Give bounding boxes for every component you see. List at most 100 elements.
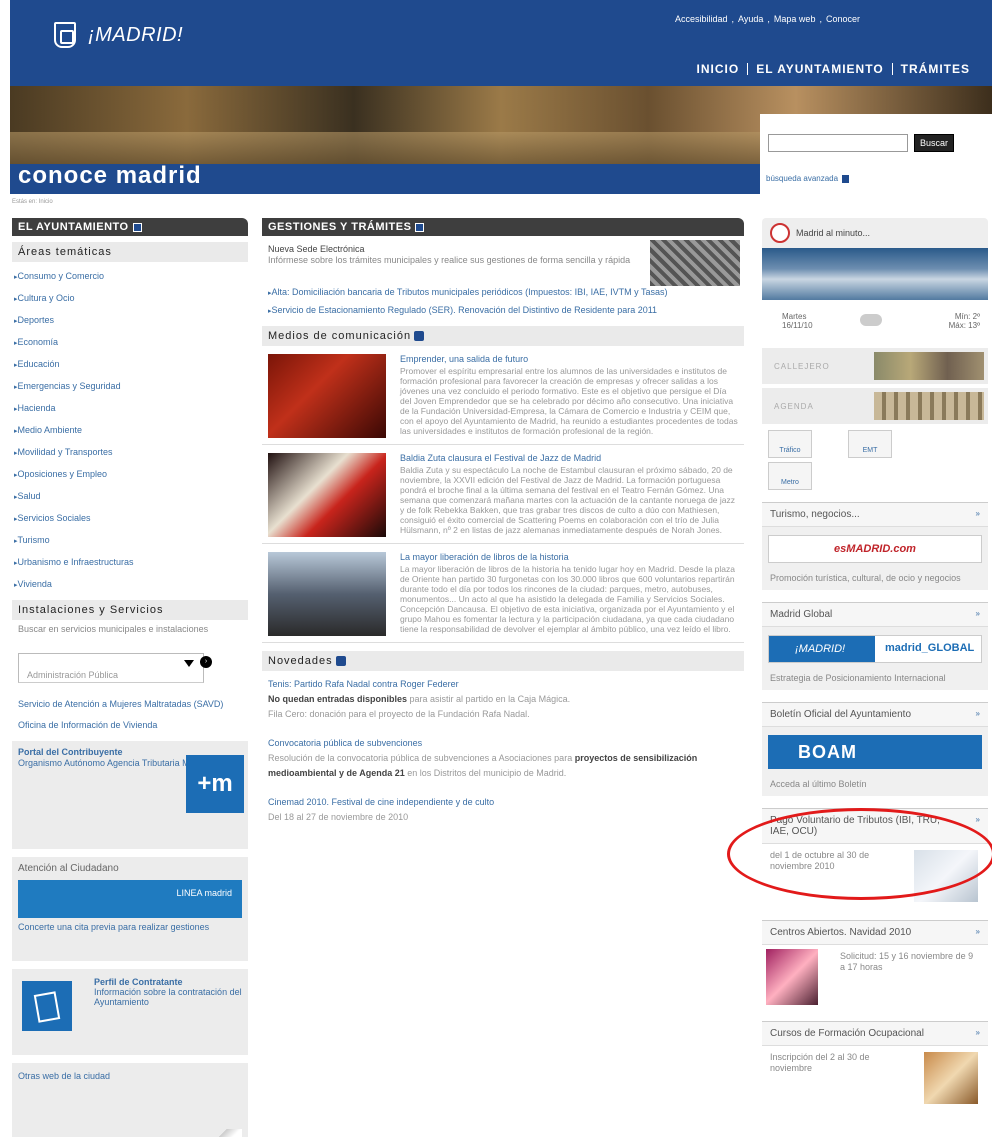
- nav-inicio[interactable]: INICIO: [689, 63, 748, 75]
- more-icon: »: [975, 1028, 980, 1037]
- madrid-al-minuto[interactable]: Madrid al minuto...: [762, 218, 988, 248]
- sede-title: Nueva Sede Electrónica: [268, 244, 365, 254]
- novedad-text: Resolución de la convocatoria pública de…: [268, 753, 575, 763]
- news-item[interactable]: Baldia Zuta clausura el Festival de Jazz…: [262, 445, 744, 544]
- esmadrid-logo[interactable]: esMADRID.com: [768, 535, 982, 563]
- map-image: [874, 352, 984, 380]
- pago-title: Pago Voluntario de Tributos (IBI, TRU, I…: [770, 815, 940, 837]
- more-icon: »: [975, 509, 980, 518]
- pago-body[interactable]: del 1 de octubre al 30 de noviembre 2010: [762, 844, 988, 908]
- link-accesibilidad[interactable]: Accesibilidad: [675, 14, 728, 24]
- nav-ayuntamiento[interactable]: EL AYUNTAMIENTO: [747, 63, 891, 75]
- perfil-box[interactable]: Perfil de Contratante Información sobre l…: [12, 969, 248, 1055]
- panel-header[interactable]: Cursos de Formación Ocupacional »: [762, 1022, 988, 1046]
- panel-header[interactable]: Centros Abiertos. Navidad 2010 »: [762, 921, 988, 945]
- area-link[interactable]: Vivienda: [14, 574, 246, 596]
- novedades-header[interactable]: Novedades: [262, 651, 744, 671]
- cloud-icon: [860, 314, 882, 326]
- area-link[interactable]: Urbanismo e Infraestructuras: [14, 552, 246, 574]
- novedad-title[interactable]: Tenis: Partido Rafa Nadal contra Roger F…: [268, 677, 738, 692]
- callejero-link[interactable]: CALLEJERO: [762, 348, 988, 384]
- link-ayuda[interactable]: Ayuda: [738, 14, 763, 24]
- cursos-title: Cursos de Formación Ocupacional: [770, 1028, 924, 1039]
- ayuntamiento-header[interactable]: EL AYUNTAMIENTO: [12, 218, 248, 236]
- atencion-box[interactable]: Atención al Ciudadano LINEA madrid Conce…: [12, 857, 248, 961]
- boam-logo[interactable]: BOAM: [768, 735, 982, 769]
- separator: ,: [731, 14, 735, 24]
- panel-header[interactable]: Boletín Oficial del Ayuntamiento »: [762, 703, 988, 727]
- area-link[interactable]: Medio Ambiente: [14, 420, 246, 442]
- boletin-panel: Boletín Oficial del Ayuntamiento » BOAM A…: [762, 702, 988, 796]
- arrow-icon: [414, 331, 425, 342]
- novedad-item[interactable]: Convocatoria pública de subvenciones Res…: [268, 736, 738, 781]
- admin-select[interactable]: Administración Pública: [18, 653, 204, 683]
- area-link[interactable]: Turismo: [14, 530, 246, 552]
- area-link[interactable]: Movilidad y Transportes: [14, 442, 246, 464]
- centros-desc: Solicitud: 15 y 16 noviembre de 9 a 17 h…: [840, 951, 974, 972]
- area-link[interactable]: Educación: [14, 354, 246, 376]
- news-item[interactable]: La mayor liberación de libros de la hist…: [262, 544, 744, 643]
- area-link[interactable]: Consumo y Comercio: [14, 266, 246, 288]
- novedad-title[interactable]: Cinemad 2010. Festival de cine independi…: [268, 795, 738, 810]
- area-link[interactable]: Emergencias y Seguridad: [14, 376, 246, 398]
- clock-icon: [770, 223, 790, 243]
- more-icon: »: [975, 709, 980, 718]
- cursos-body[interactable]: Inscripción del 2 al 30 de noviembre: [762, 1046, 988, 1110]
- link-vivienda[interactable]: Oficina de Información de Vivienda: [12, 718, 248, 733]
- search-input[interactable]: [768, 134, 908, 152]
- tramite-link[interactable]: Servicio de Estacionamiento Regulado (SE…: [268, 302, 738, 320]
- otras-webs-box[interactable]: Otras web de la ciudad: [12, 1063, 248, 1137]
- area-link[interactable]: Oposiciones y Empleo: [14, 464, 246, 486]
- medios-header[interactable]: Medios de comunicación: [262, 326, 744, 346]
- panel-header[interactable]: Madrid Global »: [762, 603, 988, 627]
- madrid-global-logo[interactable]: ¡MADRID! madrid_GLOBAL: [768, 635, 982, 663]
- global-title: Madrid Global: [770, 609, 833, 620]
- link-conocer[interactable]: Conocer: [826, 14, 860, 24]
- contribuyente-box[interactable]: Portal del Contribuyente Organismo Autóno…: [12, 741, 248, 849]
- dropdown-arrow-icon[interactable]: [184, 660, 194, 667]
- gestiones-title: GESTIONES Y TRÁMITES: [268, 221, 412, 233]
- search-button[interactable]: Buscar: [914, 134, 954, 152]
- admin-select-value: Administración Pública: [27, 670, 119, 680]
- novedad-title[interactable]: Convocatoria pública de subvenciones: [268, 736, 738, 751]
- nav-tramites[interactable]: TRÁMITES: [891, 63, 978, 75]
- centros-body[interactable]: Solicitud: 15 y 16 noviembre de 9 a 17 h…: [762, 945, 988, 1009]
- novedad-item[interactable]: Cinemad 2010. Festival de cine independi…: [268, 795, 738, 825]
- keyboard-image: [650, 240, 740, 286]
- sede-electronica[interactable]: Nueva Sede Electrónica Infórmese sobre lo…: [262, 236, 744, 286]
- panel-header[interactable]: Pago Voluntario de Tributos (IBI, TRU, I…: [762, 809, 988, 844]
- panel-header[interactable]: Turismo, negocios... »: [762, 503, 988, 527]
- link-mapa-web[interactable]: Mapa web: [774, 14, 816, 24]
- area-link[interactable]: Servicios Sociales: [14, 508, 246, 530]
- medios-title: Medios de comunicación: [268, 330, 412, 342]
- news-item[interactable]: Emprender, una salida de futuro Promover…: [262, 346, 744, 445]
- area-link[interactable]: Salud: [14, 486, 246, 508]
- cursos-desc: Inscripción del 2 al 30 de noviembre: [770, 1052, 870, 1073]
- madrid-logo[interactable]: ¡MADRID!: [54, 22, 183, 48]
- go-button[interactable]: ›: [200, 656, 212, 668]
- area-link[interactable]: Economía: [14, 332, 246, 354]
- area-link[interactable]: Deportes: [14, 310, 246, 332]
- advanced-search-link[interactable]: búsqueda avanzada: [766, 174, 850, 183]
- turismo-desc: Promoción turística, cultural, de ocio y…: [762, 567, 988, 590]
- arrow-icon: [132, 222, 142, 232]
- gestiones-header[interactable]: GESTIONES Y TRÁMITES: [262, 218, 744, 236]
- link-savd[interactable]: Servicio de Atención a Mujeres Maltratad…: [12, 697, 248, 712]
- emt-button[interactable]: EMT: [848, 430, 892, 458]
- weather-min: Mín: 2º: [954, 312, 980, 321]
- linea-text: LINEA madrid: [176, 888, 232, 898]
- otras-webs-link[interactable]: Otras web de la ciudad: [18, 1071, 110, 1081]
- tramite-link[interactable]: Alta: Domiciliación bancaria de Tributos…: [268, 284, 738, 302]
- agenda-link[interactable]: AGENDA: [762, 388, 988, 424]
- weather[interactable]: Martes 16/11/10 Mín: 2º Máx: 13º: [762, 300, 988, 344]
- area-link[interactable]: Cultura y Ocio: [14, 288, 246, 310]
- novedad-item[interactable]: Tenis: Partido Rafa Nadal contra Roger F…: [268, 677, 738, 722]
- sede-desc: Infórmese sobre los trámites municipales…: [268, 255, 631, 265]
- news-photo: [268, 552, 386, 636]
- madrid-global-text: madrid_GLOBAL: [885, 642, 975, 654]
- metro-button[interactable]: Metro: [768, 462, 812, 490]
- area-link[interactable]: Hacienda: [14, 398, 246, 420]
- middle-column: GESTIONES Y TRÁMITES Nueva Sede Electrón…: [262, 218, 744, 845]
- trafico-button[interactable]: Tráfico: [768, 430, 812, 458]
- weather-max: Máx: 13º: [948, 321, 980, 330]
